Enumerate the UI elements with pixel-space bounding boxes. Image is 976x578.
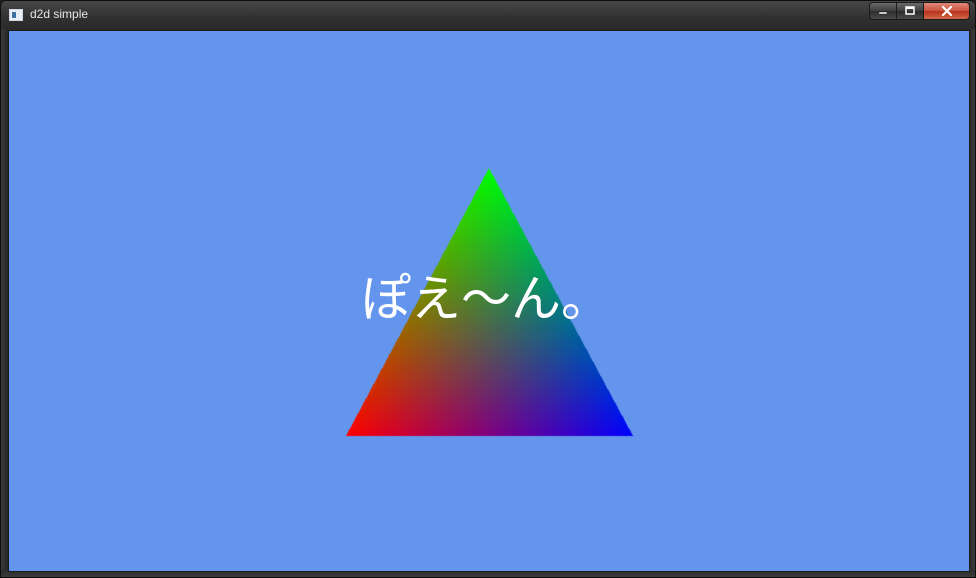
close-button[interactable] — [923, 2, 970, 20]
render-canvas-area: ぽえ～ん。 — [8, 30, 970, 572]
message-text: ぽえ～ん。 — [361, 270, 611, 328]
maximize-button[interactable] — [896, 2, 923, 20]
window-border-left[interactable] — [1, 29, 8, 570]
window-title: d2d simple — [30, 7, 89, 21]
minimize-icon — [878, 11, 888, 15]
app-window-icon[interactable] — [9, 9, 23, 21]
title-bar[interactable]: d2d simple — [1, 1, 975, 29]
app-window: d2d simple ぽえ～ん。 — [0, 0, 976, 578]
window-controls — [869, 2, 970, 20]
close-icon — [941, 6, 952, 16]
maximize-icon — [905, 6, 915, 15]
minimize-button[interactable] — [869, 2, 896, 20]
